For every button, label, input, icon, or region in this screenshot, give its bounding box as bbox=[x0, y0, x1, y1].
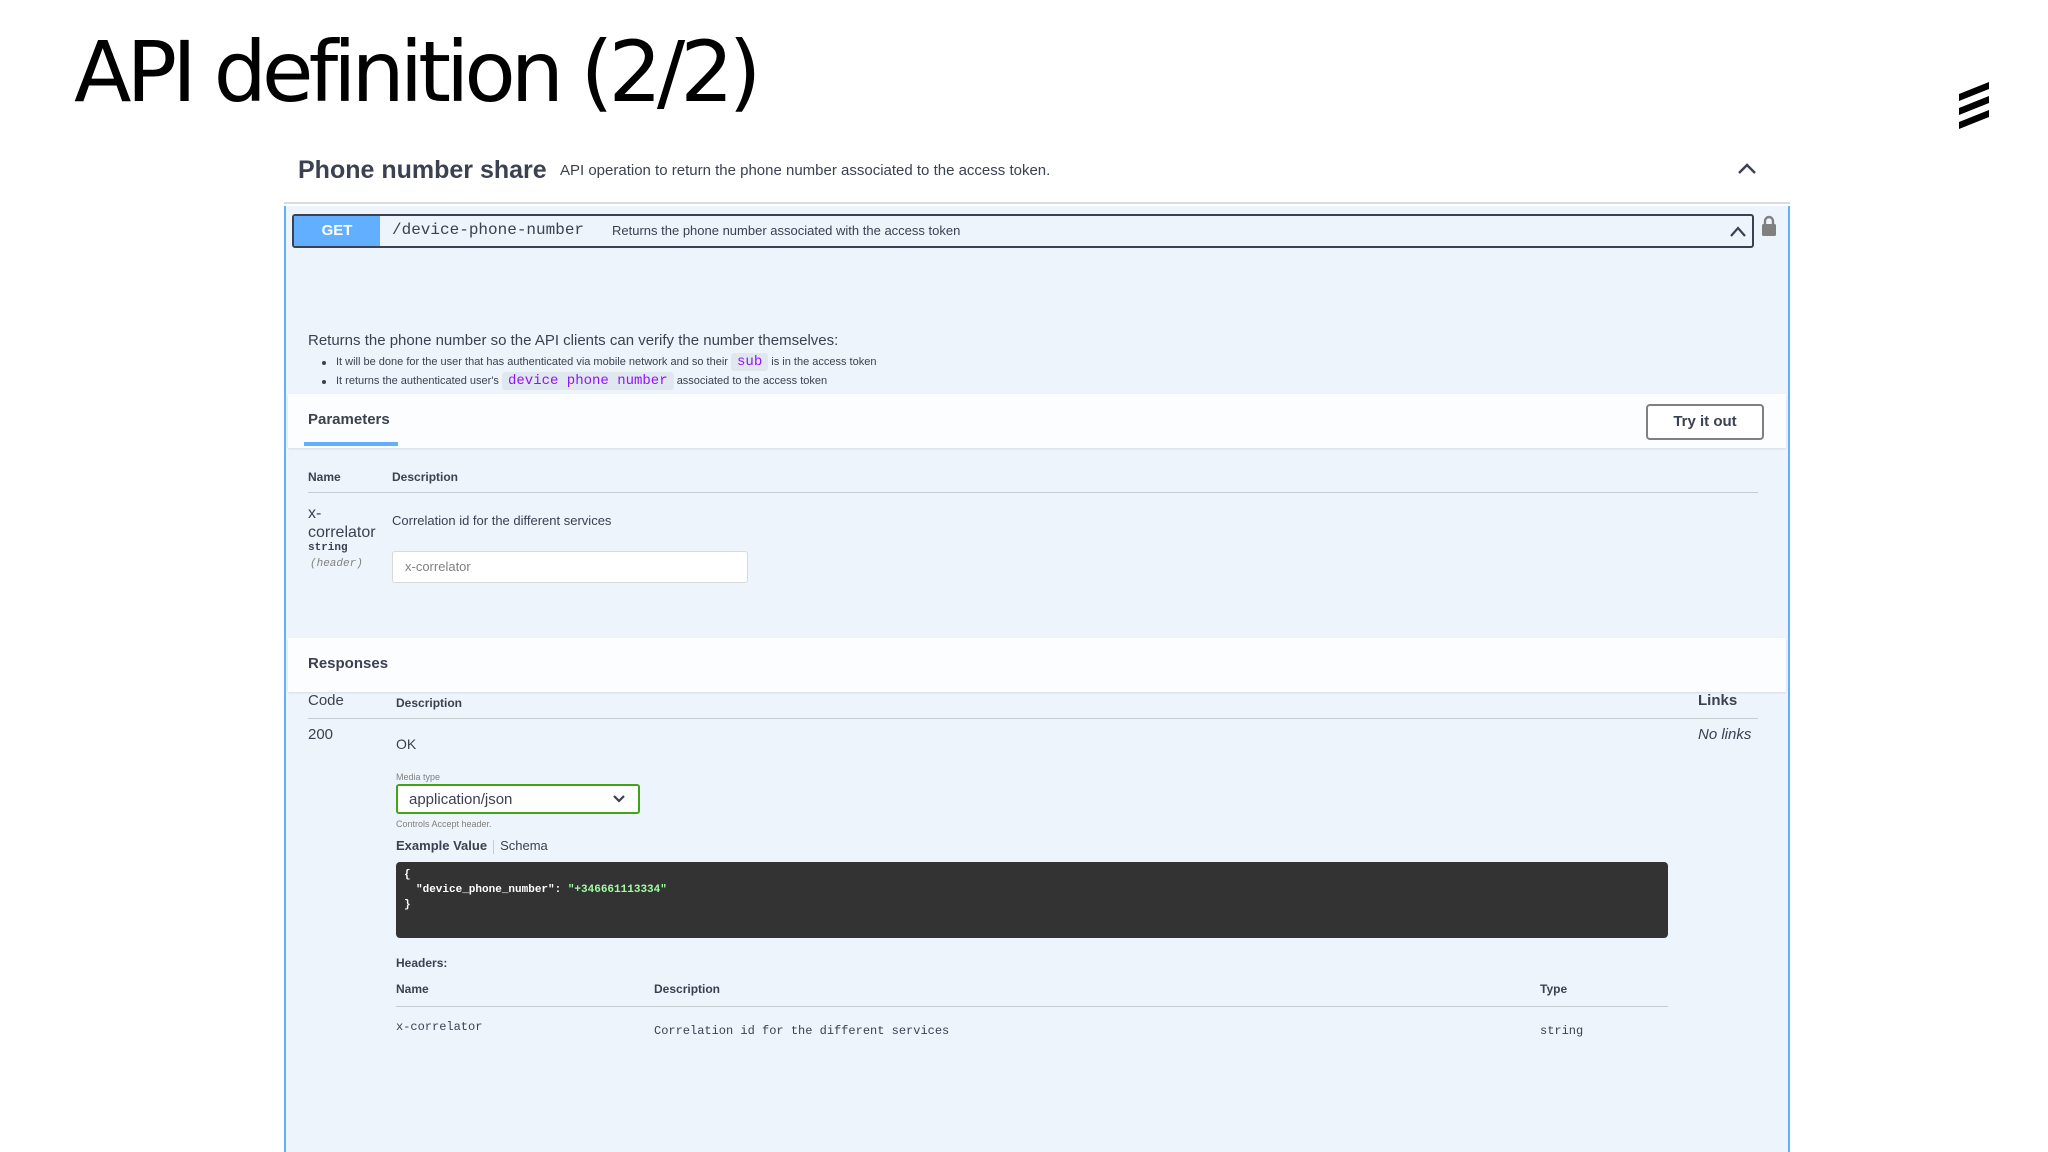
param-description: Correlation id for the different service… bbox=[392, 513, 612, 528]
operation-path: /device-phone-number bbox=[392, 221, 585, 239]
method-badge: GET bbox=[294, 216, 380, 246]
inline-code: device phone number bbox=[501, 372, 674, 390]
chevron-up-icon[interactable] bbox=[1728, 222, 1748, 242]
param-name: x-correlator bbox=[308, 505, 376, 541]
media-type-value: application/json bbox=[409, 791, 513, 808]
bullet-text: is in the access token bbox=[771, 356, 877, 368]
tag-description: API operation to return the phone number… bbox=[560, 162, 1051, 179]
media-type-label: Media type bbox=[396, 772, 441, 782]
code-colon: : bbox=[554, 884, 568, 896]
controls-accept-note: Controls Accept header. bbox=[396, 819, 492, 829]
operation-summary-text: Returns the phone number associated with… bbox=[612, 223, 961, 238]
response-col-links: Links bbox=[1698, 692, 1738, 709]
bullet-text: associated to the access token bbox=[676, 375, 828, 387]
header-col-description: Description bbox=[654, 982, 721, 996]
response-col-code: Code bbox=[308, 692, 344, 709]
parameters-title[interactable]: Parameters bbox=[308, 411, 390, 428]
tab-schema[interactable]: Schema bbox=[500, 838, 548, 853]
code-key: "device_phone_number" bbox=[416, 884, 555, 896]
ericsson-logo-icon bbox=[1959, 82, 1989, 129]
example-tabs: Example Value Schema bbox=[396, 838, 548, 854]
headers-title: Headers: bbox=[396, 956, 448, 970]
param-type: string bbox=[308, 542, 348, 554]
x-correlator-input[interactable]: x-correlator bbox=[392, 551, 748, 583]
media-type-select[interactable]: application/json bbox=[396, 784, 640, 814]
responses-header: Responses bbox=[288, 638, 1786, 692]
bullet-text: It returns the authenticated user's bbox=[336, 375, 499, 387]
chevron-down-icon bbox=[613, 795, 625, 803]
response-description: OK bbox=[396, 736, 417, 752]
divider bbox=[308, 492, 1758, 493]
code-line: } bbox=[404, 899, 411, 911]
tag-title: Phone number share bbox=[298, 156, 547, 184]
list-item: It will be done for the user that has au… bbox=[321, 353, 877, 372]
responses-title: Responses bbox=[308, 655, 389, 672]
slide-title: API definition (2/2) bbox=[74, 23, 761, 121]
response-col-description: Description bbox=[396, 696, 463, 710]
divider bbox=[396, 1006, 1668, 1007]
tab-underline bbox=[304, 442, 398, 446]
example-code-block: { "device_phone_number": "+346661113334"… bbox=[396, 862, 1668, 938]
code-line: { bbox=[404, 869, 411, 881]
description-list: It will be done for the user that has au… bbox=[321, 353, 877, 391]
operation-summary[interactable]: GET /device-phone-number Returns the pho… bbox=[292, 214, 1754, 248]
swagger-panel: Phone number share API operation to retu… bbox=[284, 140, 1790, 1152]
header-col-name: Name bbox=[396, 982, 429, 996]
header-description: Correlation id for the different service… bbox=[654, 1024, 950, 1038]
bullet-text: It will be done for the user that has au… bbox=[336, 356, 728, 368]
tab-example-value[interactable]: Example Value bbox=[396, 838, 487, 853]
operation-description: Returns the phone number so the API clie… bbox=[308, 332, 839, 349]
code-line: "device_phone_number": "+346661113334" bbox=[416, 883, 667, 898]
header-name: x-correlator bbox=[396, 1020, 483, 1034]
divider bbox=[308, 718, 1758, 719]
param-location: (header) bbox=[310, 558, 363, 570]
inline-code: sub bbox=[731, 353, 769, 371]
header-col-type: Type bbox=[1540, 982, 1568, 996]
try-it-out-button[interactable]: Try it out bbox=[1646, 404, 1764, 440]
list-item: It returns the authenticated user's devi… bbox=[321, 372, 876, 391]
response-links: No links bbox=[1698, 726, 1752, 743]
lock-icon[interactable] bbox=[1760, 214, 1778, 238]
response-code: 200 bbox=[308, 726, 334, 743]
operation-block: GET /device-phone-number Returns the pho… bbox=[284, 206, 1790, 1152]
parameters-header: Parameters Try it out bbox=[288, 394, 1786, 448]
chevron-up-icon[interactable] bbox=[1734, 156, 1760, 182]
code-string: "+346661113334" bbox=[567, 884, 667, 896]
header-type: string bbox=[1540, 1024, 1584, 1038]
tag-header[interactable]: Phone number share API operation to retu… bbox=[284, 140, 1790, 204]
tab-separator bbox=[493, 839, 495, 854]
param-col-name: Name bbox=[308, 470, 341, 484]
param-col-description: Description bbox=[392, 470, 459, 484]
